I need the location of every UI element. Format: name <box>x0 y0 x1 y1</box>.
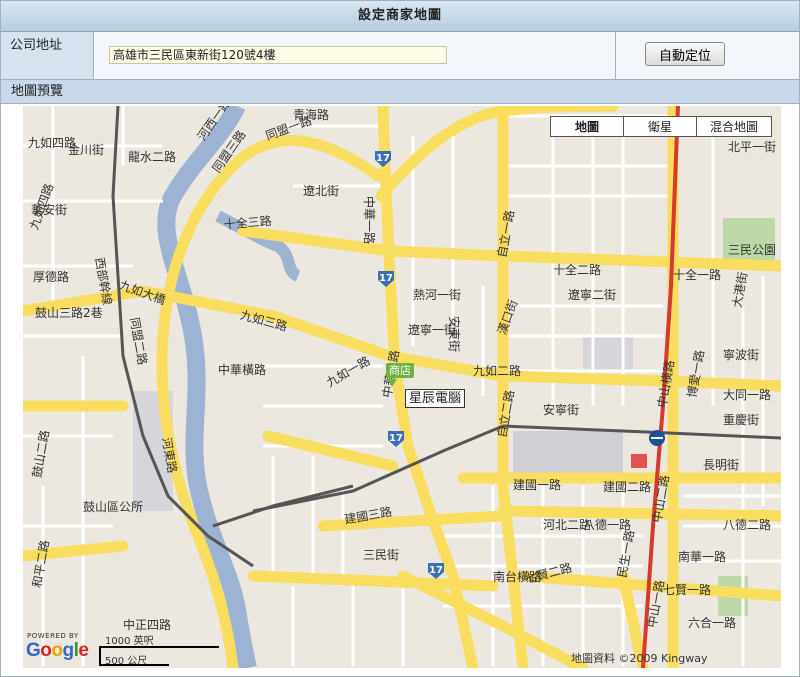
street-label: 熱河一街 <box>413 288 462 302</box>
business-name-label: 星辰電腦 <box>405 389 466 408</box>
address-label: 公司地址 <box>1 32 94 79</box>
street-label: 南台橫路 <box>493 570 542 584</box>
street-label: 北平一街 <box>728 140 777 154</box>
powered-by-text: POWERED BY <box>27 632 79 640</box>
scale-bottom-label: 500 公尺 <box>105 656 148 667</box>
street-label: 八德二路 <box>723 518 772 532</box>
shop-marker[interactable]: 商店 <box>386 363 414 378</box>
street-label: 九如二路 <box>473 364 522 378</box>
street-label: 七賢一路 <box>663 583 712 597</box>
locate-button-cell: 自動定位 <box>616 32 799 79</box>
form-title: 設定商家地圖 <box>1 1 799 32</box>
street-label: 遼寧二街 <box>568 288 617 302</box>
map-copyright: 地圖資料 ©2009 Kingway <box>571 652 708 665</box>
street-label: 遼北街 <box>303 184 340 198</box>
street-label: 金川街 <box>68 143 105 157</box>
street-label: 厚德路 <box>33 270 70 284</box>
street-label: 建國一路 <box>513 478 562 492</box>
route-17-shield-1: 17 <box>376 153 390 164</box>
scale-top-label: 1000 英呎 <box>105 636 154 647</box>
street-label: 安東街 <box>447 316 461 353</box>
street-label: 七賢三路 <box>383 666 431 668</box>
street-label: 鼓山區公所 <box>83 500 144 514</box>
street-label: 南華一路 <box>678 550 727 564</box>
street-label: 大同一路 <box>723 388 772 402</box>
address-input[interactable]: 高雄市三民區東新街120號4樓 <box>109 46 447 64</box>
street-label: 青海路 <box>293 108 330 122</box>
address-input-cell: 高雄市三民區東新街120號4樓 <box>95 32 616 79</box>
map-type-hybrid[interactable]: 混合地圖 <box>696 116 772 137</box>
route-17-shield-2: 17 <box>379 273 393 284</box>
street-label: 寧波街 <box>723 348 760 362</box>
route-17-shield-3: 17 <box>389 433 403 444</box>
block-east <box>583 336 633 371</box>
google-logo: Google <box>26 640 89 661</box>
street-label: 十全二路 <box>553 263 602 277</box>
map-type-satellite[interactable]: 衛星 <box>623 116 697 137</box>
auto-locate-button[interactable]: 自動定位 <box>645 42 725 66</box>
street-label: 長明街 <box>703 458 740 472</box>
red-building <box>631 454 647 468</box>
street-label: 中正四路 <box>123 618 172 632</box>
street-label: 中華一路 <box>362 196 376 245</box>
route-17-shield-4: 17 <box>429 565 443 576</box>
map-preview-label: 地圖預覽 <box>1 80 799 104</box>
map-type-map[interactable]: 地圖 <box>550 116 624 137</box>
street-label: 中華橫路 <box>218 363 267 377</box>
street-label: 安寧街 <box>543 403 580 417</box>
street-label: 三民公園 <box>728 243 777 257</box>
street-label: 十全一路 <box>673 268 722 282</box>
marker-pin-icon <box>387 379 397 387</box>
street-label: 三民街 <box>363 548 400 562</box>
street-label: 重慶街 <box>723 413 760 427</box>
address-row: 公司地址 高雄市三民區東新街120號4樓 自動定位 <box>1 32 799 80</box>
street-label: 建國二路 <box>603 480 652 494</box>
street-label: 鼓山三路2巷 <box>35 306 103 320</box>
map-canvas[interactable]: 17 17 17 17 九如四路 金川街 龍水二路 河西一路 同盟三路 遼北街 十全三路 十全… <box>23 106 781 668</box>
street-label: 龍水二路 <box>128 150 177 164</box>
street-label: 六合一路 <box>688 616 737 630</box>
